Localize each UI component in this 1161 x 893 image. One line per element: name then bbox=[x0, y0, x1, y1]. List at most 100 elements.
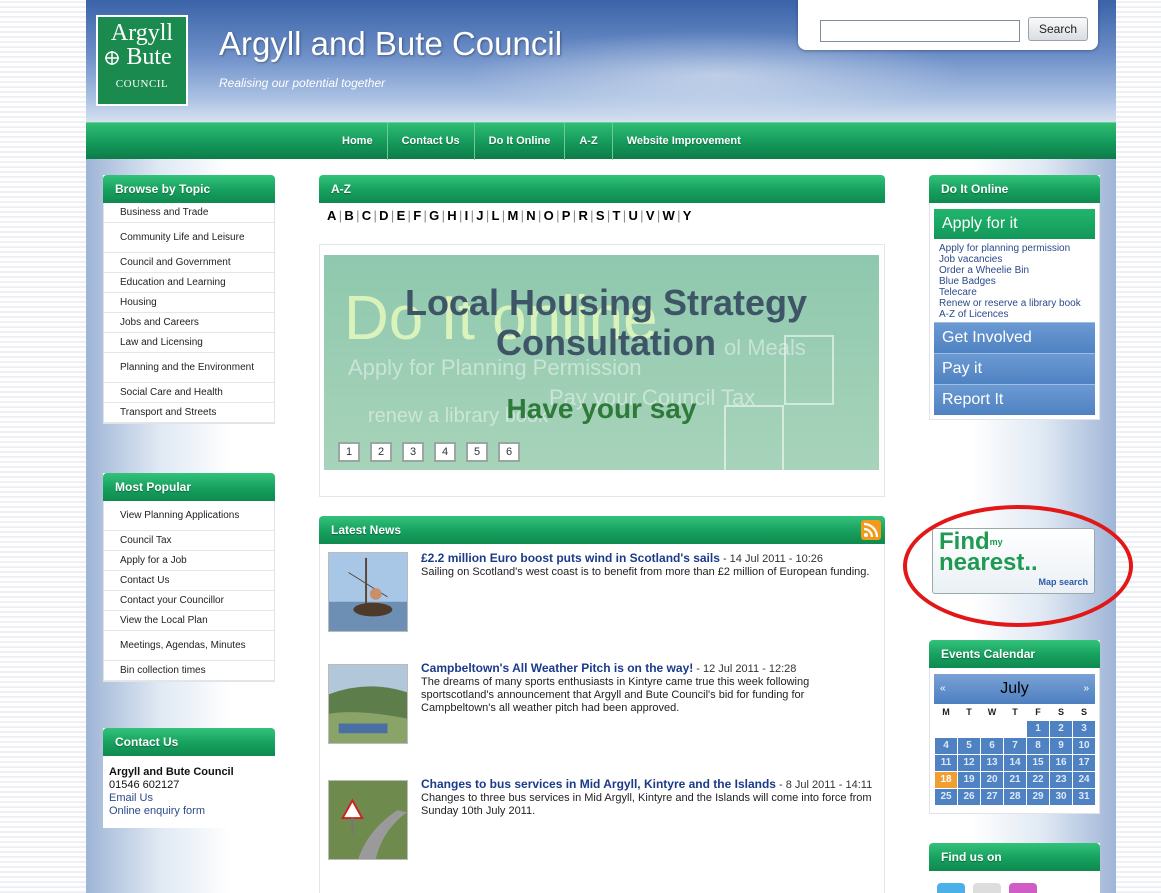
calendar-prev-icon[interactable]: « bbox=[940, 674, 946, 704]
a-z-letter-i[interactable]: I bbox=[465, 208, 469, 223]
browse-item-planning[interactable]: Planning and the Environment bbox=[104, 353, 274, 383]
search-input[interactable] bbox=[820, 20, 1020, 42]
a-z-letter-j[interactable]: J bbox=[476, 208, 484, 223]
browse-item-social-care[interactable]: Social Care and Health bbox=[104, 383, 274, 403]
a-z-letter-r[interactable]: R bbox=[578, 208, 588, 223]
a-z-letter-l[interactable]: L bbox=[492, 208, 500, 223]
calendar-day[interactable]: 21 bbox=[1004, 772, 1026, 788]
calendar-day[interactable]: 9 bbox=[1050, 738, 1072, 754]
a-z-letter-t[interactable]: T bbox=[613, 208, 621, 223]
calendar-day[interactable]: 29 bbox=[1027, 789, 1049, 805]
nav-home[interactable]: Home bbox=[328, 123, 388, 160]
popular-item-planning-applications[interactable]: View Planning Applications bbox=[104, 501, 274, 531]
link-job-vacancies[interactable]: Job vacancies bbox=[934, 254, 1095, 265]
feature-banner[interactable]: Do It online Apply for Planning Permissi… bbox=[324, 255, 879, 470]
get-involved-button[interactable]: Get Involved bbox=[934, 322, 1095, 353]
popular-item-bin-collection[interactable]: Bin collection times bbox=[104, 661, 274, 681]
a-z-letter-a[interactable]: A bbox=[327, 208, 337, 223]
calendar-day[interactable]: 22 bbox=[1027, 772, 1049, 788]
contact-email-link[interactable]: Email Us bbox=[109, 792, 269, 805]
nav-contact-us[interactable]: Contact Us bbox=[388, 123, 475, 160]
link-library-book[interactable]: Renew or reserve a library book bbox=[934, 298, 1095, 309]
link-licences[interactable]: A-Z of Licences bbox=[934, 309, 1095, 320]
popular-item-council-tax[interactable]: Council Tax bbox=[104, 531, 274, 551]
calendar-day[interactable]: 1 bbox=[1027, 721, 1049, 737]
news-title-link[interactable]: Changes to bus services in Mid Argyll, K… bbox=[421, 777, 776, 791]
calendar-day[interactable]: 4 bbox=[935, 738, 957, 754]
calendar-day[interactable]: 10 bbox=[1073, 738, 1095, 754]
a-z-letter-s[interactable]: S bbox=[596, 208, 605, 223]
nav-do-it-online[interactable]: Do It Online bbox=[475, 123, 566, 160]
news-title-link[interactable]: £2.2 million Euro boost puts wind in Sco… bbox=[421, 551, 720, 565]
banner-page-1[interactable]: 1 bbox=[338, 442, 360, 462]
popular-item-contact-councillor[interactable]: Contact your Councillor bbox=[104, 591, 274, 611]
link-blue-badges[interactable]: Blue Badges bbox=[934, 276, 1095, 287]
calendar-day[interactable]: 12 bbox=[958, 755, 980, 771]
a-z-letter-y[interactable]: Y bbox=[683, 208, 692, 223]
calendar-day[interactable]: 6 bbox=[981, 738, 1003, 754]
pay-it-button[interactable]: Pay it bbox=[934, 353, 1095, 384]
link-telecare[interactable]: Telecare bbox=[934, 287, 1095, 298]
rss-icon[interactable] bbox=[861, 520, 881, 540]
browse-item-housing[interactable]: Housing bbox=[104, 293, 274, 313]
browse-item-law[interactable]: Law and Licensing bbox=[104, 333, 274, 353]
popular-item-local-plan[interactable]: View the Local Plan bbox=[104, 611, 274, 631]
calendar-day[interactable]: 18 bbox=[935, 772, 957, 788]
popular-item-contact-us[interactable]: Contact Us bbox=[104, 571, 274, 591]
a-z-letter-f[interactable]: F bbox=[413, 208, 421, 223]
calendar-day[interactable]: 3 bbox=[1073, 721, 1095, 737]
apply-for-it-heading[interactable]: Apply for it bbox=[934, 209, 1095, 239]
calendar-day[interactable]: 20 bbox=[981, 772, 1003, 788]
browse-item-community[interactable]: Community Life and Leisure bbox=[104, 223, 274, 253]
calendar-day[interactable]: 5 bbox=[958, 738, 980, 754]
calendar-day[interactable]: 7 bbox=[1004, 738, 1026, 754]
calendar-next-icon[interactable]: » bbox=[1083, 674, 1089, 704]
calendar-day[interactable]: 11 bbox=[935, 755, 957, 771]
a-z-letter-d[interactable]: D bbox=[379, 208, 389, 223]
calendar-day[interactable]: 16 bbox=[1050, 755, 1072, 771]
browse-item-council[interactable]: Council and Government bbox=[104, 253, 274, 273]
news-thumbnail-pitch[interactable] bbox=[328, 664, 408, 744]
link-wheelie-bin[interactable]: Order a Wheelie Bin bbox=[934, 265, 1095, 276]
calendar-day[interactable]: 27 bbox=[981, 789, 1003, 805]
link-planning-permission[interactable]: Apply for planning permission bbox=[934, 243, 1095, 254]
a-z-letter-b[interactable]: B bbox=[344, 208, 354, 223]
a-z-letter-n[interactable]: N bbox=[526, 208, 536, 223]
a-z-letter-e[interactable]: E bbox=[397, 208, 406, 223]
browse-item-transport[interactable]: Transport and Streets bbox=[104, 403, 274, 423]
calendar-day[interactable]: 26 bbox=[958, 789, 980, 805]
banner-page-3[interactable]: 3 bbox=[402, 442, 424, 462]
a-z-letter-g[interactable]: G bbox=[429, 208, 439, 223]
calendar-day[interactable]: 24 bbox=[1073, 772, 1095, 788]
a-z-letter-u[interactable]: U bbox=[628, 208, 638, 223]
a-z-letter-p[interactable]: P bbox=[562, 208, 571, 223]
banner-page-2[interactable]: 2 bbox=[370, 442, 392, 462]
calendar-day[interactable]: 31 bbox=[1073, 789, 1095, 805]
popular-item-apply-job[interactable]: Apply for a Job bbox=[104, 551, 274, 571]
report-it-button[interactable]: Report It bbox=[934, 384, 1095, 415]
nav-website-improvement[interactable]: Website Improvement bbox=[613, 123, 755, 160]
calendar-day[interactable]: 13 bbox=[981, 755, 1003, 771]
banner-page-5[interactable]: 5 bbox=[466, 442, 488, 462]
a-z-letter-o[interactable]: O bbox=[544, 208, 554, 223]
calendar-day[interactable]: 23 bbox=[1050, 772, 1072, 788]
news-title-link[interactable]: Campbeltown's All Weather Pitch is on th… bbox=[421, 661, 693, 675]
contact-enquiry-link[interactable]: Online enquiry form bbox=[109, 805, 269, 818]
browse-item-business[interactable]: Business and Trade bbox=[104, 203, 274, 223]
news-thumbnail-sailboat[interactable] bbox=[328, 552, 408, 632]
calendar-day[interactable]: 17 bbox=[1073, 755, 1095, 771]
nav-a-z[interactable]: A-Z bbox=[565, 123, 613, 160]
calendar-day[interactable]: 28 bbox=[1004, 789, 1026, 805]
a-z-letter-h[interactable]: H bbox=[447, 208, 457, 223]
calendar-day[interactable]: 14 bbox=[1004, 755, 1026, 771]
calendar-day[interactable]: 15 bbox=[1027, 755, 1049, 771]
browse-item-jobs[interactable]: Jobs and Careers bbox=[104, 313, 274, 333]
banner-page-4[interactable]: 4 bbox=[434, 442, 456, 462]
a-z-letter-c[interactable]: C bbox=[362, 208, 372, 223]
calendar-day[interactable]: 30 bbox=[1050, 789, 1072, 805]
calendar-day[interactable]: 25 bbox=[935, 789, 957, 805]
news-thumbnail-road[interactable] bbox=[328, 780, 408, 860]
council-logo[interactable]: Argyll Bute COUNCIL bbox=[96, 15, 188, 106]
browse-item-education[interactable]: Education and Learning bbox=[104, 273, 274, 293]
flickr-icon[interactable] bbox=[1009, 883, 1037, 893]
